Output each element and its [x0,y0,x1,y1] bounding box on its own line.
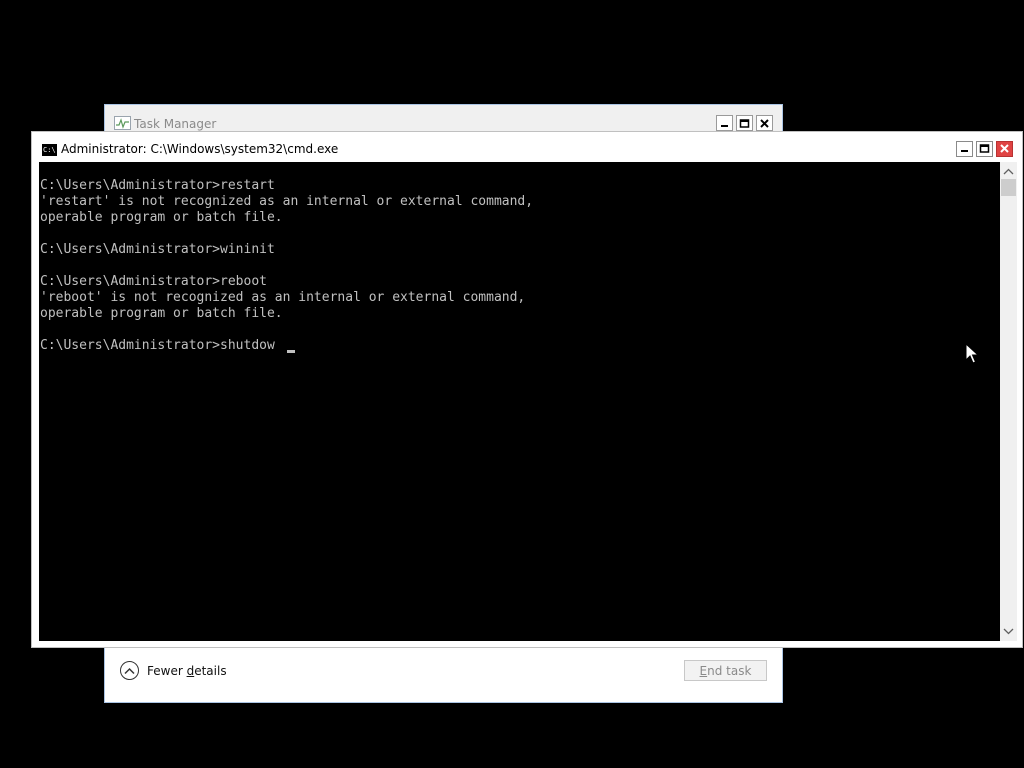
task-manager-titlebar[interactable]: Task Manager [105,105,782,133]
cmd-minimize-button[interactable] [956,141,973,157]
cmd-window[interactable]: C:\ Administrator: C:\Windows\system32\c… [31,131,1023,648]
console-line: 'reboot' is not recognized as an interna… [40,290,526,305]
cmd-maximize-button[interactable] [976,141,993,157]
vertical-scrollbar[interactable] [1000,162,1017,641]
mouse-pointer-icon [965,343,979,364]
scroll-up-arrow-icon[interactable] [1000,164,1017,179]
task-manager-footer: Fewer details End task [105,648,782,702]
text-cursor [287,350,295,353]
maximize-icon [739,119,750,128]
cmd-titlebar[interactable]: C:\ Administrator: C:\Windows\system32\c… [32,132,1022,162]
console-input-line: C:\Users\Administrator>shutdow [40,338,275,353]
maximize-icon [979,144,990,153]
scroll-down-arrow-icon[interactable] [1000,624,1017,639]
console-line: C:\Users\Administrator>reboot [40,274,267,289]
scrollbar-thumb[interactable] [1001,179,1016,196]
close-icon [760,119,769,128]
chevron-up-icon [120,661,139,680]
tm-maximize-button[interactable] [736,115,753,131]
end-task-button[interactable]: End task [684,660,767,681]
task-manager-app-icon [114,116,131,130]
task-manager-title: Task Manager [134,117,217,131]
cmd-app-icon: C:\ [42,144,57,156]
console-text: C:\Users\Administrator>restart 'restart'… [40,178,533,354]
console-line: C:\Users\Administrator>restart [40,178,275,193]
console-line: 'restart' is not recognized as an intern… [40,194,534,209]
minimize-icon [721,125,728,127]
tm-close-button[interactable] [756,115,773,131]
cmd-close-button[interactable] [996,141,1013,157]
console-output[interactable]: C:\Users\Administrator>restart 'restart'… [39,162,1000,641]
console-line: operable program or batch file. [40,210,283,225]
console-line: operable program or batch file. [40,306,283,321]
tm-minimize-button[interactable] [716,115,733,131]
minimize-icon [961,150,968,152]
close-icon [1000,144,1009,153]
cmd-title: Administrator: C:\Windows\system32\cmd.e… [61,142,339,156]
fewer-details-button[interactable]: Fewer details [120,661,227,680]
fewer-details-label: Fewer details [147,663,227,678]
console-line: C:\Users\Administrator>wininit [40,242,275,257]
